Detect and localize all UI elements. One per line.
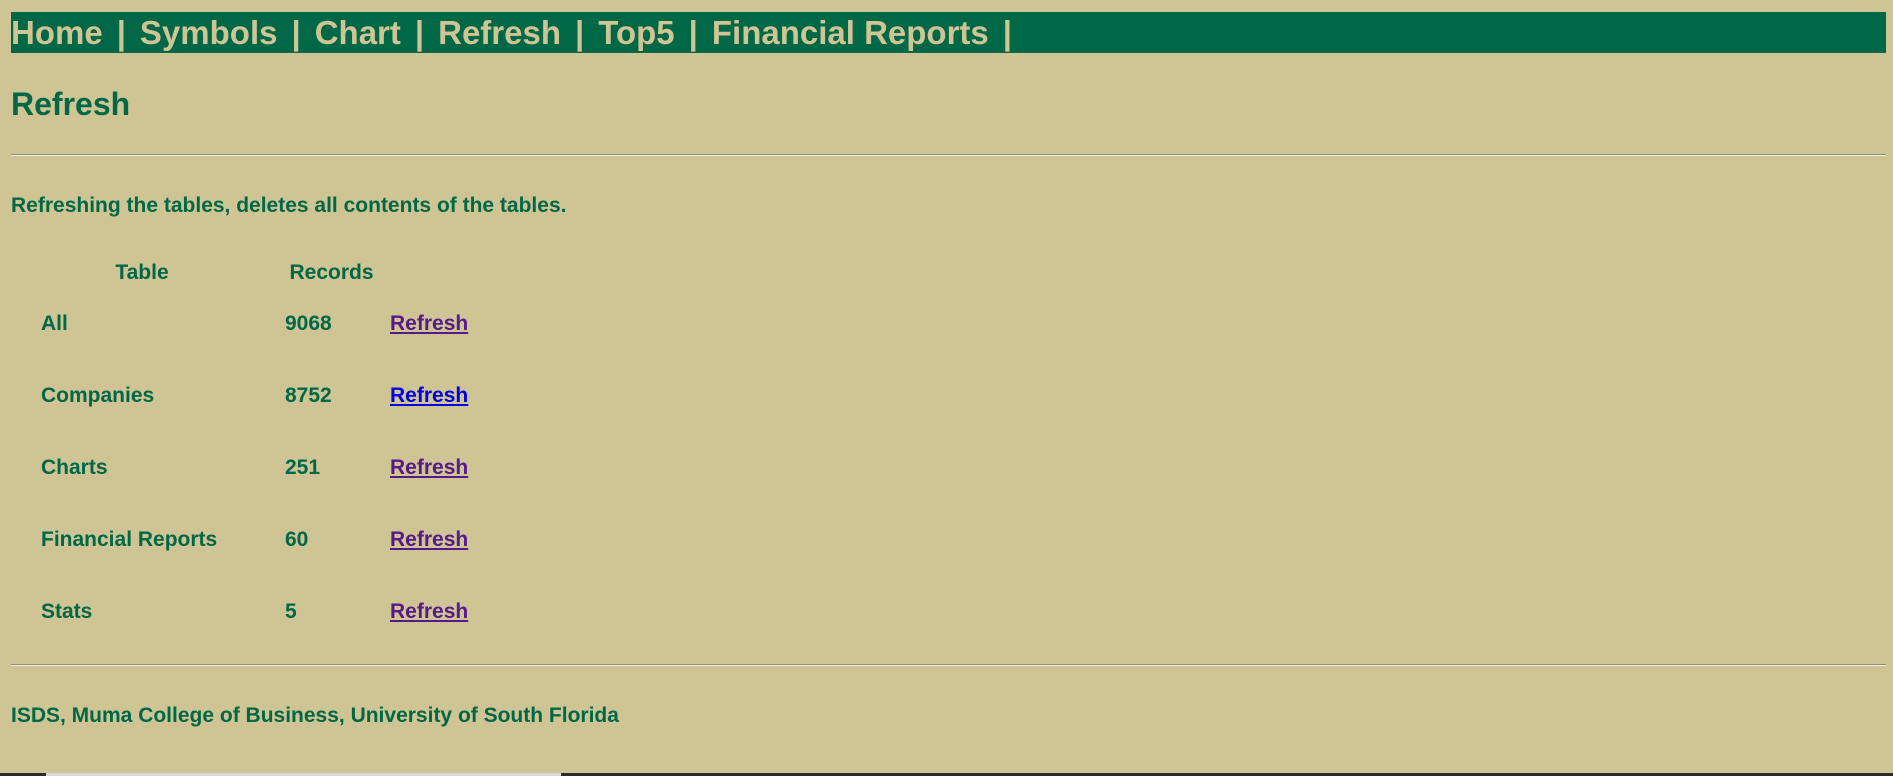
- action-cell: Refresh: [390, 504, 490, 576]
- action-cell: Refresh: [390, 360, 490, 432]
- table-row: All 9068 Refresh: [11, 288, 490, 360]
- table-name-cell: Companies: [41, 384, 155, 407]
- column-header-action: [390, 258, 490, 288]
- divider: [11, 664, 1886, 666]
- table-name-cell: Financial Reports: [41, 528, 218, 551]
- nav-refresh-link[interactable]: Refresh: [438, 12, 561, 53]
- nav-separator: |: [1002, 14, 1012, 51]
- column-header-table: Table: [115, 261, 169, 284]
- divider: [11, 154, 1886, 156]
- table-row: Stats 5 Refresh: [11, 576, 490, 648]
- table-row: Companies 8752 Refresh: [11, 360, 490, 432]
- records-table: Table Records All 9068 Refresh Companies…: [11, 258, 490, 648]
- table-row: Financial Reports 60 Refresh: [11, 504, 490, 576]
- page: Home | Symbols | Chart | Refresh | Top5 …: [11, 12, 1886, 727]
- nav-separator: |: [575, 14, 585, 51]
- action-cell: Refresh: [390, 576, 490, 648]
- record-count-cell: 9068: [285, 312, 332, 335]
- table-name-cell: All: [41, 312, 68, 335]
- page-title: Refresh: [11, 86, 131, 122]
- refresh-companies-link[interactable]: Refresh: [390, 384, 468, 407]
- intro-text: Refreshing the tables, deletes all conte…: [11, 194, 567, 217]
- top-nav-bar: Home | Symbols | Chart | Refresh | Top5 …: [11, 12, 1886, 53]
- nav-separator: |: [688, 14, 698, 51]
- action-cell: Refresh: [390, 288, 490, 360]
- record-count-cell: 60: [285, 528, 309, 551]
- column-header-records: Records: [289, 261, 374, 284]
- record-count-cell: 251: [285, 456, 321, 479]
- table-header-row: Table Records: [11, 258, 490, 288]
- nav-financial-reports-link[interactable]: Financial Reports: [712, 12, 989, 53]
- nav-separator: |: [291, 14, 301, 51]
- table-name-cell: Charts: [41, 456, 108, 479]
- refresh-financial-reports-link[interactable]: Refresh: [390, 528, 468, 551]
- nav-chart-link[interactable]: Chart: [315, 12, 401, 53]
- table-name-cell: Stats: [41, 600, 93, 623]
- nav-separator: |: [116, 14, 126, 51]
- record-count-cell: 5: [285, 600, 297, 623]
- footer-text: ISDS, Muma College of Business, Universi…: [11, 704, 619, 727]
- action-cell: Refresh: [390, 432, 490, 504]
- record-count-cell: 8752: [285, 384, 332, 407]
- nav-home-link[interactable]: Home: [11, 12, 103, 53]
- refresh-charts-link[interactable]: Refresh: [390, 456, 468, 479]
- refresh-all-link[interactable]: Refresh: [390, 312, 468, 335]
- refresh-stats-link[interactable]: Refresh: [390, 600, 468, 623]
- nav-symbols-link[interactable]: Symbols: [140, 12, 278, 53]
- nav-top5-link[interactable]: Top5: [598, 12, 674, 53]
- nav-separator: |: [414, 14, 425, 51]
- table-row: Charts 251 Refresh: [11, 432, 490, 504]
